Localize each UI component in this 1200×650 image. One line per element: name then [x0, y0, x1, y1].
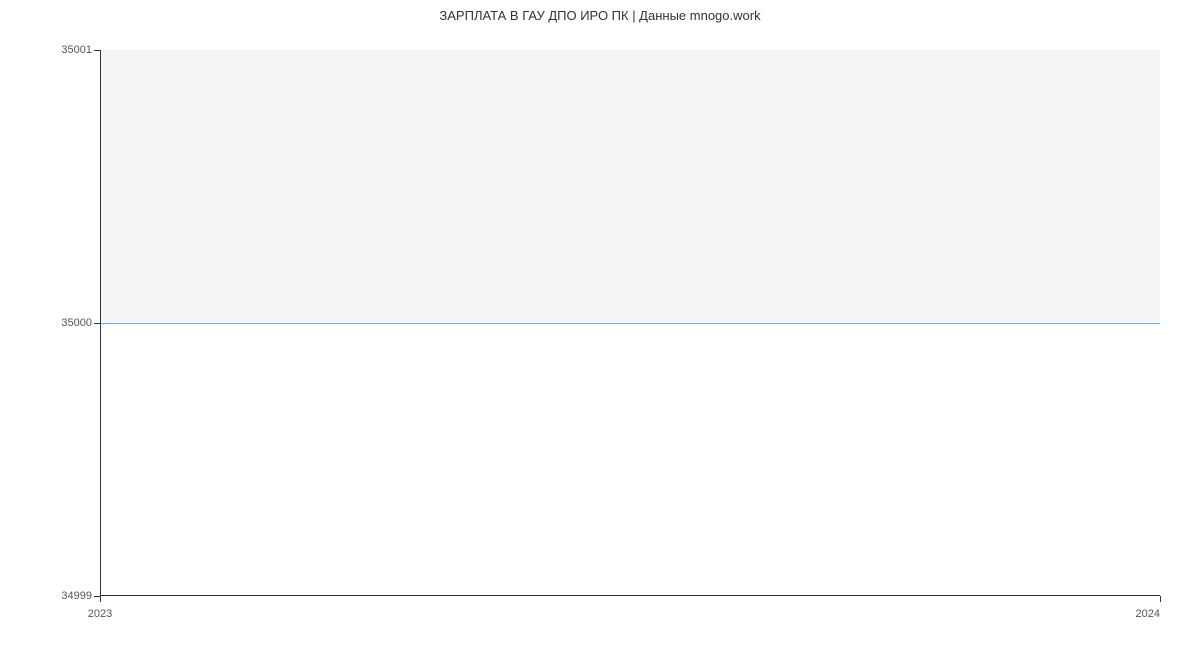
salary-chart: ЗАРПЛАТА В ГАУ ДПО ИРО ПК | Данные mnogo… — [0, 0, 1200, 650]
y-tick-label: 35001 — [12, 44, 92, 56]
plot-lower-fill — [101, 322, 1160, 595]
x-tick-label: 2024 — [1136, 608, 1160, 620]
y-tick — [94, 50, 100, 51]
y-tick — [94, 323, 100, 324]
chart-title: ЗАРПЛАТА В ГАУ ДПО ИРО ПК | Данные mnogo… — [0, 8, 1200, 23]
x-tick-label: 2023 — [88, 608, 112, 620]
x-tick — [100, 596, 101, 602]
plot-area — [100, 50, 1160, 596]
x-tick — [1160, 596, 1161, 602]
y-tick-label: 35000 — [12, 317, 92, 329]
data-line — [101, 323, 1160, 324]
y-tick-label: 34999 — [12, 590, 92, 602]
